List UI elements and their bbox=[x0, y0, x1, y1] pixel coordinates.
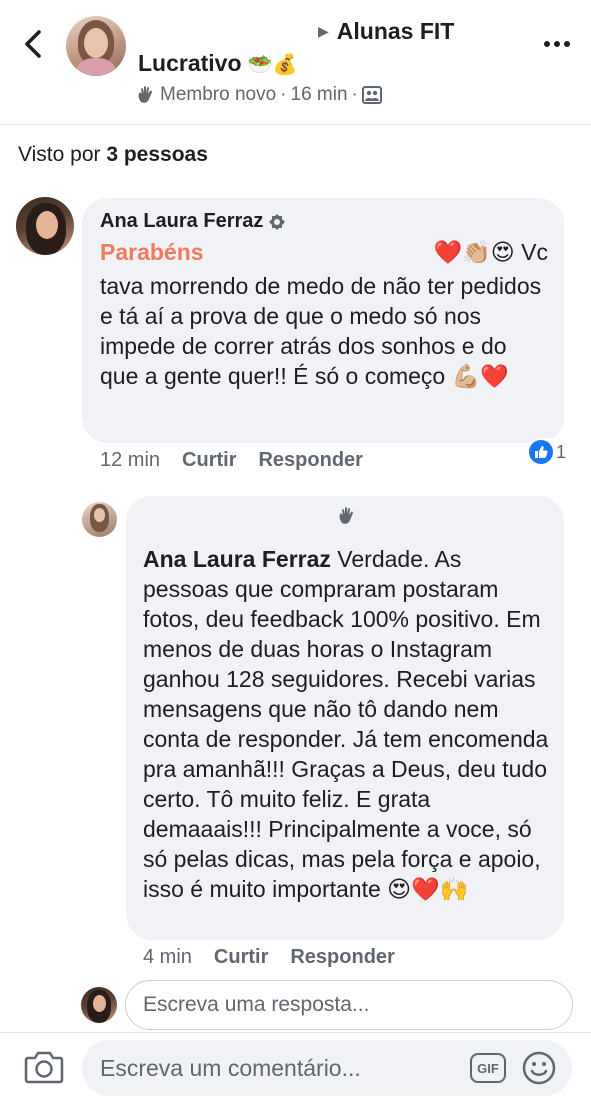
like-icon bbox=[529, 440, 553, 464]
comment-time: 12 min bbox=[100, 449, 161, 471]
reply-author-name[interactable]: Ana Laura Ferraz bbox=[143, 544, 331, 574]
commenter-name[interactable]: Ana Laura Ferraz bbox=[100, 210, 286, 233]
waving-hand-icon bbox=[138, 86, 152, 103]
author-emojis: 🥗💰 bbox=[247, 54, 298, 76]
camera-icon[interactable] bbox=[24, 1049, 64, 1085]
member-badge: Membro novo bbox=[160, 84, 277, 105]
gif-button[interactable]: GIF bbox=[470, 1053, 506, 1083]
like-button[interactable]: Curtir bbox=[182, 449, 236, 472]
chevron-left-icon bbox=[25, 30, 41, 58]
reply-author-avatar[interactable] bbox=[82, 502, 117, 537]
reply-emojis: 😍❤️🙌 bbox=[387, 876, 469, 902]
current-user-avatar bbox=[81, 987, 117, 1023]
waving-hand-icon bbox=[339, 507, 353, 524]
post-meta: Membro novo · 16 min · bbox=[136, 84, 382, 106]
seen-by-link[interactable]: Visto por 3 pessoas bbox=[18, 143, 208, 167]
reply-input[interactable]: Escreva uma resposta... bbox=[125, 980, 573, 1030]
reply-button[interactable]: Responder bbox=[290, 946, 394, 969]
emoji-icon[interactable] bbox=[522, 1051, 556, 1085]
comment-composer: Escreva um comentário... GIF bbox=[0, 1032, 591, 1100]
author-avatar[interactable] bbox=[66, 16, 126, 76]
reaction-emojis: ❤️👏🏼😍 bbox=[433, 239, 515, 265]
post-header: ▶ Alunas FIT Lucrativo 🥗💰 Membro novo · 1… bbox=[0, 0, 591, 125]
back-button[interactable] bbox=[18, 26, 48, 62]
dot-icon bbox=[554, 41, 560, 47]
highlighted-word: Parabéns bbox=[100, 239, 204, 265]
dot-icon bbox=[564, 41, 570, 47]
commenter-avatar[interactable] bbox=[16, 197, 74, 255]
group-audience-icon bbox=[361, 86, 382, 104]
dot-icon bbox=[544, 41, 550, 47]
reply-bubble: Ana Laura Ferraz Verdade. As pessoas que… bbox=[126, 496, 564, 940]
comment-bubble: Ana Laura Ferraz Parabéns ❤️👏🏼😍 Vc tava … bbox=[82, 198, 564, 443]
reply-actions: 4 min Curtir Responder bbox=[143, 946, 395, 969]
comment-actions: 12 min Curtir Responder bbox=[100, 449, 363, 472]
reply-time: 4 min bbox=[143, 946, 192, 968]
reaction-count: 1 bbox=[556, 441, 567, 462]
author-name-link[interactable]: Lucrativo 🥗💰 bbox=[138, 50, 298, 77]
reply-text: Ana Laura Ferraz Verdade. As pessoas que… bbox=[143, 544, 549, 902]
comment-text: Parabéns ❤️👏🏼😍 Vc tava morrendo de medo … bbox=[100, 239, 548, 389]
reaction-summary[interactable]: 1 bbox=[525, 438, 571, 466]
like-button[interactable]: Curtir bbox=[214, 946, 268, 969]
badge-icon bbox=[269, 213, 286, 230]
reply-button[interactable]: Responder bbox=[258, 449, 362, 472]
post-time: 16 min bbox=[290, 84, 348, 105]
comment-emojis: 💪🏼❤️ bbox=[451, 363, 509, 389]
triangle-right-icon: ▶ bbox=[318, 23, 329, 39]
group-name-link[interactable]: ▶ Alunas FIT bbox=[318, 18, 454, 45]
more-options-button[interactable] bbox=[540, 30, 574, 58]
separator: · bbox=[351, 84, 358, 105]
separator: · bbox=[280, 84, 287, 105]
